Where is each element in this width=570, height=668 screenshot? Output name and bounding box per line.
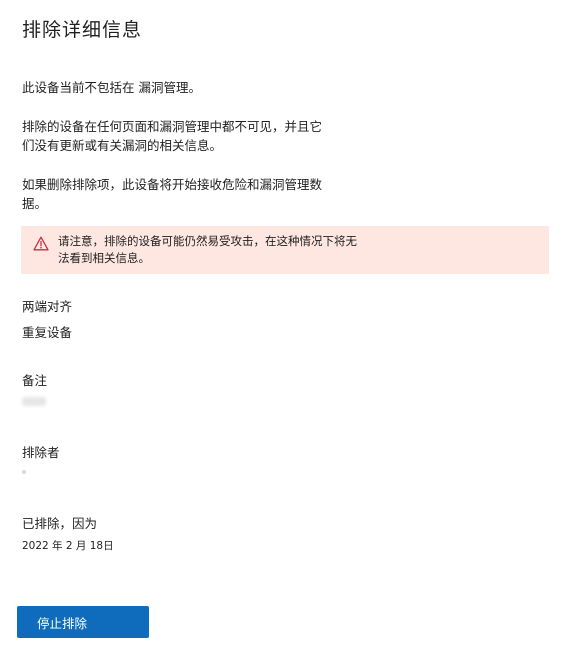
warning-triangle-icon [33, 236, 49, 251]
exclusion-visibility-text: 排除的设备在任何页面和漏洞管理中都不可见，并且它们没有更新或有关漏洞的相关信息。 [22, 119, 323, 153]
justification-label: 两端对齐 [22, 299, 73, 314]
excluded-by-value-redacted [22, 470, 26, 474]
warning-banner: 请注意，排除的设备可能仍然易受攻击，在这种情况下将无法看到相关信息。 [21, 226, 549, 274]
justification-value: 重复设备 [22, 325, 73, 340]
excluded-by-label: 排除者 [22, 445, 60, 460]
page-title: 排除详细信息 [22, 19, 143, 41]
exclusion-removal-text: 如果删除排除项，此设备将开始接收危险和漏洞管理数据。 [22, 177, 323, 211]
exclusion-status-text: 此设备当前不包括在 漏洞管理。 [22, 80, 201, 95]
excluded-on-date: 2022 年 2 月 18日 [22, 540, 114, 552]
notes-value-redacted [22, 397, 46, 406]
notes-label: 备注 [22, 373, 48, 388]
stop-exclusion-button[interactable]: 停止排除 [17, 606, 149, 638]
excluded-on-label: 已排除，因为 [22, 516, 98, 531]
warning-text: 请注意，排除的设备可能仍然易受攻击，在这种情况下将无法看到相关信息。 [58, 234, 357, 265]
